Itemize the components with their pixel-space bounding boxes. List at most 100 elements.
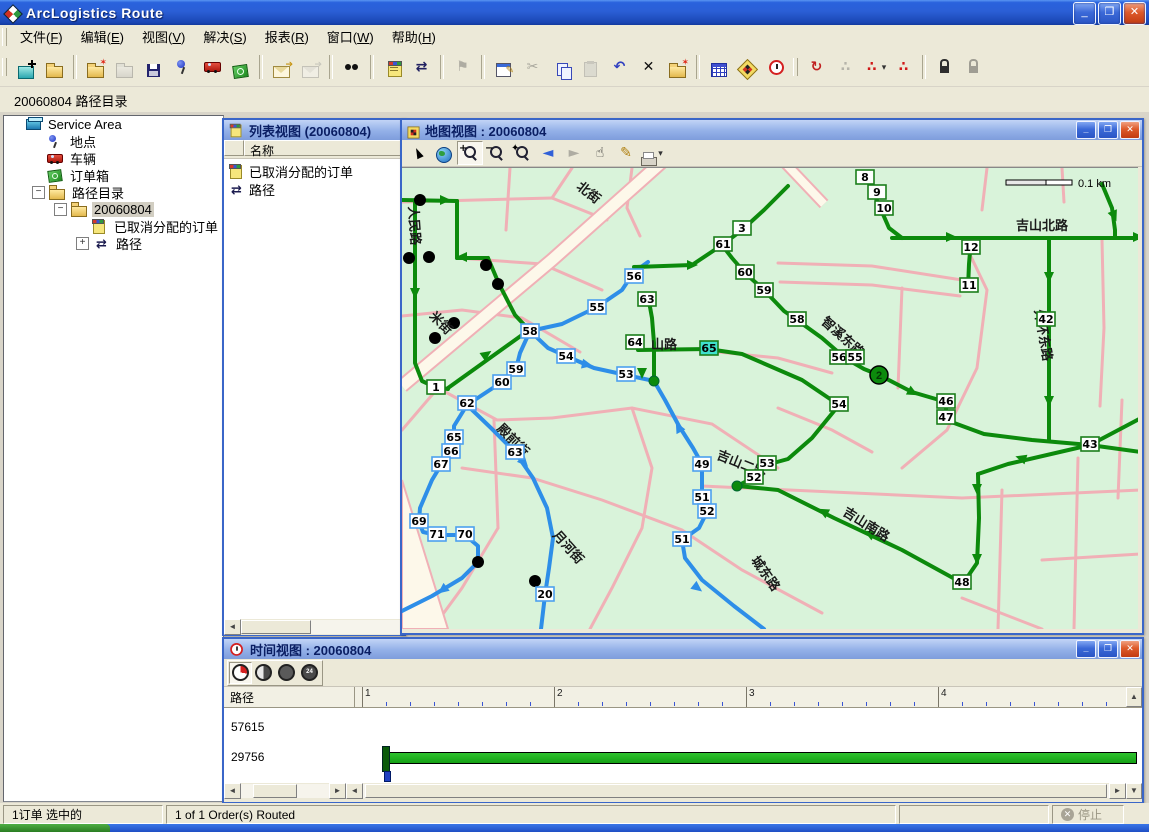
stop-marker-9[interactable]: 9 — [868, 185, 886, 199]
stop-marker-10[interactable]: 10 — [875, 201, 893, 215]
menu-F[interactable]: 文件(F) — [11, 24, 72, 49]
time-view-button[interactable] — [762, 53, 791, 82]
stop-marker-63[interactable]: 63 — [638, 292, 656, 306]
unassigned-order-dot[interactable] — [414, 194, 426, 206]
menu-E[interactable]: 编辑(E) — [72, 24, 133, 49]
stop-marker-53[interactable]: 53 — [758, 456, 776, 470]
tree-item-路径目录[interactable]: −路径目录 — [4, 184, 223, 201]
list-view-button[interactable] — [704, 53, 733, 82]
stop-marker-56[interactable]: 56 — [625, 269, 643, 283]
day-24-view-button[interactable]: 24 — [298, 662, 321, 684]
quarter-day-view-button[interactable] — [229, 662, 252, 684]
gantt-scroll-thumb[interactable] — [365, 784, 1107, 798]
back-button[interactable]: ◄ — [535, 141, 561, 165]
menu-R[interactable]: 报表(R) — [256, 24, 318, 49]
toolbar-grip[interactable] — [2, 58, 7, 76]
stop-marker-69[interactable]: 69 — [410, 514, 428, 528]
unassigned-order-dot[interactable] — [472, 556, 484, 568]
stop-marker-47[interactable]: 47 — [937, 410, 955, 424]
half-day-view-button[interactable] — [252, 662, 275, 684]
undo-button[interactable]: ↶ — [605, 53, 634, 82]
scroll-thumb[interactable] — [241, 620, 311, 634]
gantt-scroll-right[interactable]: ► — [1109, 783, 1126, 799]
solve-button[interactable]: ↻ — [802, 53, 831, 82]
stop-marker-59[interactable]: 59 — [507, 362, 525, 376]
stop-marker-3[interactable]: 3 — [733, 221, 751, 235]
unassigned-order-dot[interactable] — [529, 575, 541, 587]
stop-marker-65[interactable]: 65 — [700, 341, 718, 355]
save-button[interactable] — [139, 53, 168, 82]
stop-marker-1[interactable]: 1 — [427, 380, 445, 394]
routes-button[interactable]: ⇄ — [407, 53, 436, 82]
tree-item-Service Area[interactable]: Service Area — [4, 116, 223, 133]
stop-marker-51[interactable]: 51 — [673, 532, 691, 546]
list-item-已取消分配的订单[interactable]: 已取消分配的订单 — [224, 162, 404, 180]
find-button[interactable] — [337, 53, 366, 82]
expand-icon[interactable]: + — [76, 237, 89, 250]
gantt-scroll-left[interactable]: ◄ — [346, 783, 363, 799]
stop-marker-59[interactable]: 59 — [755, 283, 773, 297]
close-button[interactable]: ✕ — [1123, 2, 1146, 25]
name-scroll-left[interactable]: ◄ — [224, 783, 241, 799]
print-button[interactable]: ▾ — [639, 141, 665, 165]
locations-button[interactable] — [168, 53, 197, 82]
collapse-icon[interactable]: − — [32, 186, 45, 199]
depot-marker[interactable]: 2 — [870, 366, 888, 384]
stop-marker-63[interactable]: 63 — [506, 445, 524, 459]
tree-item-20060804[interactable]: −20060804 — [4, 201, 223, 218]
import-orders-button[interactable] — [267, 53, 296, 82]
stop-marker-42[interactable]: 42 — [1037, 312, 1055, 326]
stop-marker-67[interactable]: 67 — [432, 457, 450, 471]
tree-item-车辆[interactable]: 车辆 — [4, 150, 223, 167]
menu-grip[interactable] — [2, 28, 7, 46]
copy-button[interactable] — [547, 53, 576, 82]
stop-marker-60[interactable]: 60 — [736, 265, 754, 279]
print-dropdown-caret-icon[interactable]: ▾ — [658, 148, 663, 159]
stop-marker-51[interactable]: 51 — [693, 490, 711, 504]
map-view-title-bar[interactable]: 地图视图 : 20060804 _ ❐ ✕ — [402, 120, 1142, 140]
lock-button[interactable] — [930, 53, 959, 82]
unassigned-order-dot[interactable] — [403, 252, 415, 264]
time-view-title-bar[interactable]: 时间视图 : 20060804 _ ❐ ✕ — [224, 639, 1142, 659]
taskbar[interactable] — [0, 824, 1149, 832]
zoom-in-button[interactable]: + — [457, 141, 483, 165]
map-view-button[interactable] — [733, 53, 762, 82]
menu-H[interactable]: 帮助(H) — [383, 24, 445, 49]
restore-button[interactable]: ❐ — [1098, 2, 1121, 25]
stop-marker-55[interactable]: 55 — [846, 350, 864, 364]
stop-marker-52[interactable]: 52 — [745, 470, 763, 484]
zoom-selected-button[interactable]: ✦ — [509, 141, 535, 165]
select-tool-button[interactable]: ► — [405, 141, 431, 165]
time-maximize-button[interactable]: ❐ — [1098, 640, 1118, 658]
stop-marker-64[interactable]: 64 — [626, 335, 644, 349]
zoom-out-button[interactable]: − — [483, 141, 509, 165]
minimize-button[interactable]: _ — [1073, 2, 1096, 25]
tree-item-地点[interactable]: 地点 — [4, 133, 223, 150]
stop-marker-58[interactable]: 58 — [521, 324, 539, 338]
pan-button[interactable]: ☝ — [587, 141, 613, 165]
stop-marker-11[interactable]: 11 — [960, 278, 978, 292]
stop-marker-71[interactable]: 71 — [428, 527, 446, 541]
order-list-button[interactable] — [378, 53, 407, 82]
stop-marker-54[interactable]: 54 — [830, 397, 848, 411]
stop-marker-58[interactable]: 58 — [788, 312, 806, 326]
stop-marker-53[interactable]: 53 — [617, 367, 635, 381]
stop-marker-66[interactable]: 66 — [442, 444, 460, 458]
menu-S[interactable]: 解决(S) — [194, 24, 255, 49]
route-gantt-bar[interactable] — [384, 752, 1137, 764]
delete-button[interactable]: ✕ — [634, 53, 663, 82]
row-selector-header[interactable] — [224, 140, 244, 156]
full-day-view-button[interactable] — [275, 662, 298, 684]
stop-marker-55[interactable]: 55 — [588, 300, 606, 314]
stop-marker-61[interactable]: 61 — [714, 237, 732, 251]
tree-item-订单箱[interactable]: 订单箱 — [4, 167, 223, 184]
map-maximize-button[interactable]: ❐ — [1098, 121, 1118, 139]
start-button[interactable] — [0, 824, 110, 832]
menu-W[interactable]: 窗口(W) — [318, 24, 383, 49]
unassigned-order-dot[interactable] — [429, 332, 441, 344]
stop-marker-54[interactable]: 54 — [557, 349, 575, 363]
draw-button[interactable]: ✎ — [613, 141, 639, 165]
map-close-button[interactable]: ✕ — [1120, 121, 1140, 139]
menu-V[interactable]: 视图(V) — [133, 24, 194, 49]
new-folder-button[interactable] — [81, 53, 110, 82]
